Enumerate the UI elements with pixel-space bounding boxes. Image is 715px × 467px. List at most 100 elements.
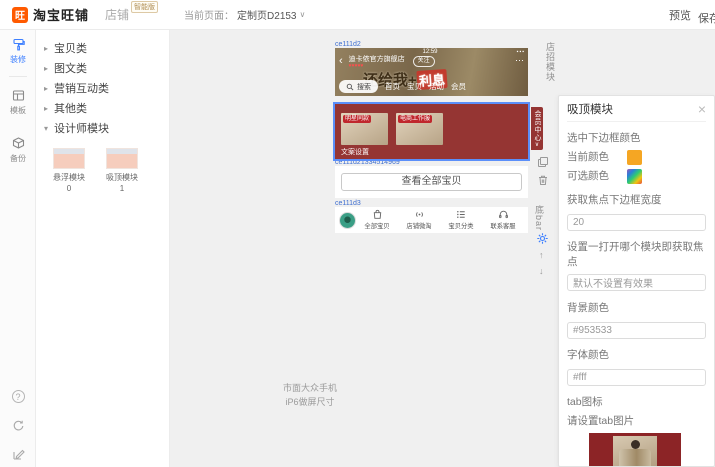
tab-image-card[interactable]: 明星同款	[341, 113, 388, 145]
tree-item-other-class[interactable]: ▸ 其他类	[44, 98, 169, 118]
module-label: 悬浮模块	[50, 172, 88, 183]
feedback-edit-icon[interactable]	[12, 448, 25, 461]
bottom-bar-vertical-label: 底bar	[533, 205, 546, 231]
current-color-swatch[interactable]	[627, 150, 642, 165]
tree-item-marketing-class[interactable]: ▸ 营销互动类	[44, 78, 169, 98]
list-icon	[456, 209, 467, 220]
nav-item-customer-service[interactable]: 联系客服	[482, 209, 524, 231]
tree-item-label: 图文类	[54, 60, 87, 76]
current-page-selector[interactable]: 当前页面： 定制页D2153 ∨	[184, 7, 305, 22]
move-down-icon[interactable]: ↓	[539, 267, 544, 276]
module-thumbnail	[53, 148, 85, 169]
move-up-icon[interactable]: ↑	[539, 251, 544, 260]
chevron-down-icon: ∨	[535, 142, 539, 148]
phone-preview: ce111d2 12:59 ▪▪▪ ‹ 迪卡侬官方旗舰店 ♥♥♥♥♥ 关注 ⋯ …	[335, 42, 528, 233]
sticky-module-cards: 明星同款 电商工作服	[335, 104, 528, 145]
nav-item-label: 店铺微淘	[406, 222, 431, 231]
banner-shop-block: 迪卡侬官方旗舰店 ♥♥♥♥♥	[349, 56, 405, 69]
view-all-module[interactable]: 查看全部宝贝	[335, 166, 528, 198]
current-color-label: 当前颜色	[567, 151, 617, 163]
app-window: 旺 淘宝旺铺 店铺 智能版 当前页面： 定制页D2153 ∨ 预览 保存 装修	[0, 0, 715, 467]
banner-search-row: 搜索 首页 宝贝 活动 会员	[339, 80, 524, 93]
color-picker-swatch[interactable]	[627, 169, 642, 184]
banner-tab-items[interactable]: 宝贝	[407, 81, 422, 92]
module-thumbnail	[106, 148, 138, 169]
caret-right-icon: ▸	[44, 84, 54, 93]
rail-bottom-icons: ?	[0, 390, 36, 461]
background-color-input[interactable]	[567, 322, 706, 339]
card-pill-label: 明星同款	[343, 115, 371, 123]
module-settings-panel: 吸顶模块 × 选中下边框颜色 当前颜色 可选颜色 获取焦点下边框宽度 设置一打开…	[558, 95, 715, 467]
tree-item-label: 营销互动类	[54, 80, 109, 96]
tree-item-designer-modules[interactable]: ▾ 设计师模块	[44, 118, 169, 138]
module-count: 1	[103, 184, 141, 193]
tab-image-preview[interactable]: 明星同款	[589, 433, 681, 467]
module-card-sticky[interactable]: 吸顶模块 1	[103, 148, 141, 193]
back-arrow-icon[interactable]: ‹	[339, 56, 343, 66]
rail-item-decorate[interactable]: 装修	[0, 30, 36, 72]
module-card-floating[interactable]: 悬浮模块 0	[50, 148, 88, 193]
current-page-value: 定制页D2153	[237, 7, 296, 22]
nav-item-categories[interactable]: 宝贝分类	[440, 209, 482, 231]
more-menu-icon[interactable]: ⋯	[515, 56, 524, 64]
tab-image-card[interactable]: 电商工作服	[396, 113, 443, 145]
font-color-input[interactable]	[567, 369, 706, 386]
refresh-icon[interactable]	[12, 419, 25, 432]
status-bar-time: 12:59	[335, 49, 525, 55]
tree-item-image-text-class[interactable]: ▸ 图文类	[44, 58, 169, 78]
backup-cube-icon	[11, 136, 26, 151]
rail-divider	[9, 76, 27, 77]
taobao-shop-logo-icon: 旺	[12, 7, 28, 23]
rail-item-label: 装修	[10, 54, 26, 65]
copy-module-icon[interactable]	[537, 156, 549, 168]
nav-item-weitao[interactable]: 店铺微淘	[398, 209, 440, 231]
module-count: 0	[50, 184, 88, 193]
help-icon[interactable]: ?	[12, 390, 25, 403]
module-caption: 文案设置	[341, 147, 369, 157]
module-label: 吸顶模块	[103, 172, 141, 183]
focus-module-label: 设置一打开哪个模块即获取焦点	[567, 239, 706, 269]
screen-size-hint-line1: 市面大众手机	[264, 381, 356, 395]
search-input[interactable]: 搜索	[339, 80, 378, 93]
headset-icon	[498, 209, 509, 220]
caret-right-icon: ▸	[44, 44, 54, 53]
banner-tab-member[interactable]: 会员	[451, 81, 466, 92]
shop-banner-module[interactable]: 12:59 ▪▪▪ ‹ 迪卡侬官方旗舰店 ♥♥♥♥♥ 关注 ⋯ 还给我+利息	[335, 48, 528, 96]
chevron-down-icon: ∨	[300, 10, 306, 19]
delete-module-icon[interactable]	[537, 174, 549, 186]
member-center-label: 会员中心	[531, 110, 543, 142]
current-page-label: 当前页面：	[184, 7, 234, 22]
shop-avatar	[339, 212, 356, 229]
caret-right-icon: ▸	[44, 64, 54, 73]
background-color-label: 背景颜色	[567, 300, 706, 315]
close-icon[interactable]: ×	[698, 102, 706, 116]
optional-color-row: 可选颜色	[567, 169, 706, 184]
caret-down-icon: ▾	[44, 124, 54, 133]
design-canvas: ce111d2 12:59 ▪▪▪ ‹ 迪卡侬官方旗舰店 ♥♥♥♥♥ 关注 ⋯ …	[170, 30, 558, 467]
bag-icon	[372, 209, 383, 220]
top-header: 旺 淘宝旺铺 店铺 智能版 当前页面： 定制页D2153 ∨ 预览 保存	[0, 0, 715, 30]
search-icon	[346, 83, 354, 91]
nav-item-all-items[interactable]: 全部宝贝	[356, 209, 398, 231]
bottom-bar-module[interactable]: 全部宝贝 店铺微淘 宝贝分类	[335, 207, 528, 233]
banner-tab-activity[interactable]: 活动	[429, 81, 444, 92]
focus-border-width-label: 获取焦点下边框宽度	[567, 192, 706, 207]
sticky-module-selected[interactable]: 明星同款 电商工作服 文案设置 会员中心 ∨	[335, 104, 528, 159]
rail-item-backup[interactable]: 备份	[0, 129, 36, 171]
panel-header: 吸顶模块 ×	[567, 96, 706, 122]
member-center-tab[interactable]: 会员中心 ∨	[531, 107, 543, 150]
model-coat-shape	[619, 449, 651, 467]
search-placeholder: 搜索	[357, 82, 371, 92]
tab-icon-section-label: tab图标	[567, 394, 706, 409]
follow-button[interactable]: 关注	[413, 56, 435, 67]
shop-label-wrap: 店铺 智能版	[105, 6, 158, 23]
focus-border-width-input[interactable]	[567, 214, 706, 231]
rail-item-template[interactable]: 模板	[0, 81, 36, 123]
module-settings-gear-icon[interactable]	[536, 232, 549, 245]
view-all-button[interactable]: 查看全部宝贝	[341, 173, 522, 191]
tree-item-item-class[interactable]: ▸ 宝贝类	[44, 38, 169, 58]
save-button[interactable]: 保存	[690, 7, 715, 29]
banner-tab-home[interactable]: 首页	[385, 81, 400, 92]
focus-module-input[interactable]	[567, 274, 706, 291]
optional-color-label: 可选颜色	[567, 170, 617, 182]
